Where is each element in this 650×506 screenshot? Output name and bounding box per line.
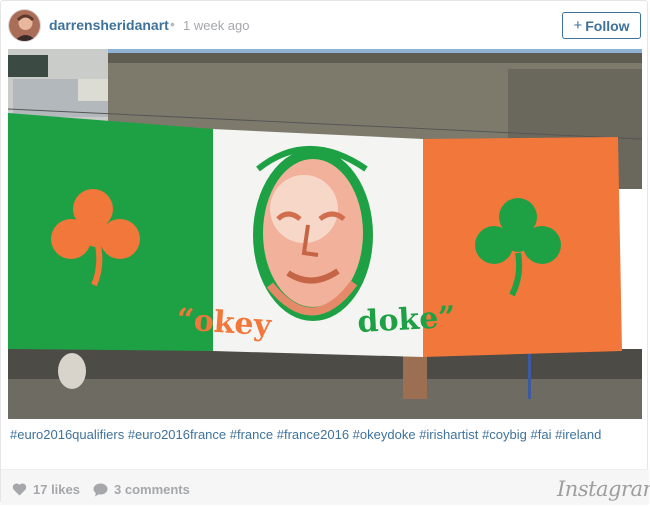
hashtag-link[interactable]: #france2016 <box>277 427 349 442</box>
hashtag-link[interactable]: #france <box>230 427 273 442</box>
avatar[interactable] <box>8 9 41 42</box>
hashtag-link[interactable]: #fai <box>531 427 552 442</box>
hashtag-link[interactable]: #euro2016france <box>128 427 226 442</box>
hashtag-link[interactable]: #okeydoke <box>353 427 416 442</box>
avatar-image <box>9 10 40 41</box>
post-footer: 17 likes 3 comments Instagram <box>1 469 650 505</box>
post-photo[interactable]: “okey doke” <box>8 49 642 419</box>
hashtag-link[interactable]: #irishartist <box>419 427 478 442</box>
likes-label: 17 likes <box>33 482 80 497</box>
flag-text-doke: doke” <box>357 300 457 340</box>
likes-count[interactable]: 17 likes <box>12 482 80 497</box>
hashtag-list: #euro2016qualifiers #euro2016france #fra… <box>10 427 601 442</box>
post-header: darrensheridanart • 1 week ago + Follow <box>1 1 649 49</box>
follow-label: Follow <box>585 17 630 34</box>
username-link[interactable]: darrensheridanart <box>49 17 169 33</box>
instagram-post-card: darrensheridanart • 1 week ago + Follow <box>0 0 650 505</box>
plus-icon: + <box>573 17 583 34</box>
hashtag-link[interactable]: #euro2016qualifiers <box>10 427 124 442</box>
heart-icon <box>12 483 27 496</box>
post-timestamp[interactable]: 1 week ago <box>183 18 250 33</box>
separator-dot: • <box>170 16 175 32</box>
follow-button[interactable]: + Follow <box>562 12 641 39</box>
hashtag-link[interactable]: #coybig <box>482 427 527 442</box>
flag-text-okey: “okey <box>175 302 273 344</box>
hashtag-link[interactable]: #ireland <box>555 427 601 442</box>
comments-count[interactable]: 3 comments <box>93 482 190 497</box>
comments-label: 3 comments <box>114 482 190 497</box>
irish-flag-photo: “okey doke” <box>8 49 642 419</box>
comment-bubble-icon <box>93 483 108 496</box>
post-caption: #euro2016qualifiers #euro2016france #fra… <box>10 426 640 444</box>
instagram-logo[interactable]: Instagram <box>557 477 650 501</box>
